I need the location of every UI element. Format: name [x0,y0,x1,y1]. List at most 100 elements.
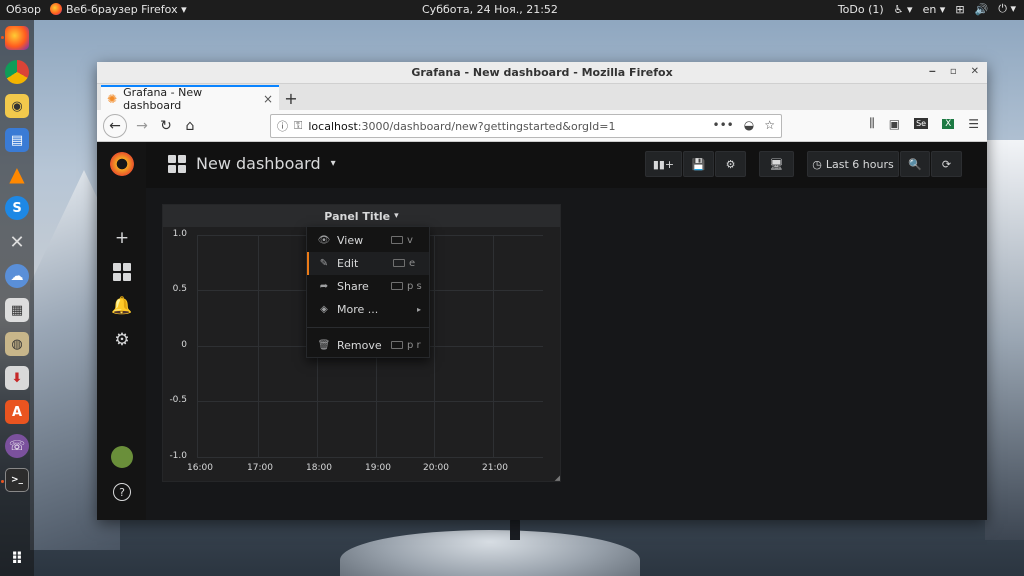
panel-header[interactable]: Panel Title ▾ [163,205,560,227]
archive-icon[interactable]: ◍ [5,332,29,356]
panel-title: Panel Title [324,209,391,223]
bookmark-star-icon[interactable]: ☆ [764,118,775,132]
chrome-icon[interactable] [5,60,29,84]
tv-mode-button[interactable]: 🖥 [759,151,794,177]
wallpaper-mountain-right [985,140,1024,540]
menu-item-label: More ... [337,303,379,316]
url-host: localhost [308,119,358,133]
network-icon[interactable]: ⊞ [955,3,964,16]
menu-item-remove[interactable]: 🗑 Remove p r [307,334,429,357]
software-center-icon[interactable]: A [5,400,29,424]
simplenote-icon[interactable]: S [5,196,29,220]
sidebar-icon[interactable]: ▣ [889,117,900,131]
hamburger-menu-icon[interactable]: ☰ [968,117,979,131]
system-tray: ToDo (1) ♿ ▾ en ▾ ⊞ 🔊 ⏻ ▾ [838,2,1016,16]
home-icon[interactable]: ⌂ [179,115,201,137]
x-tick-label: 21:00 [482,463,508,473]
gridline [197,457,543,458]
zoom-out-button[interactable]: 🔍 [900,151,930,177]
menu-item-share[interactable]: ➦ Share p s [307,275,429,298]
app-menu[interactable]: Веб-браузер Firefox ▾ [50,3,187,16]
tools-icon[interactable]: ✕ [5,230,29,254]
save-icon: 💾 [691,157,706,171]
show-apps-icon[interactable]: ⠿ [5,546,29,570]
pocket-icon[interactable]: ◒ [744,118,754,132]
close-icon[interactable]: ✕ [971,66,979,77]
menu-item-label: Remove [337,339,382,352]
toolbar-right: ⫼ ▣ Se X ☰ [869,116,979,131]
shortcut: v [391,235,413,246]
help-icon[interactable]: ? [110,482,134,502]
url-bar[interactable]: ⓘ ⚿ localhost:3000/dashboard/new?getting… [270,114,782,138]
x-tick-label: 20:00 [423,463,449,473]
avatar-image [111,446,133,468]
installer-icon[interactable]: ⬇ [5,366,29,390]
zoom-out-icon: 🔍 [908,157,922,171]
refresh-button[interactable]: ⟳ [931,151,962,177]
url-actions: ••• ◒ ☆ [713,118,775,132]
caret-down-icon: ▾ [330,158,336,169]
add-panel-button[interactable]: ▮▮+ [645,151,682,177]
window-controls: ‒ ▫ ✕ [929,66,979,77]
gridline [197,401,543,402]
clock[interactable]: Суббота, 24 Ноя., 21:52 [422,3,558,16]
vlc-icon[interactable]: ▲ [5,162,29,186]
create-icon[interactable]: + [110,228,134,248]
save-dashboard-button[interactable]: 💾 [683,151,714,177]
time-picker-button[interactable]: ◷ Last 6 hours [807,151,899,177]
library-icon[interactable]: ⫼ [869,116,875,131]
selenium-icon[interactable]: Se [914,118,929,129]
terminal-icon[interactable]: >_ [5,468,29,492]
shortcut-key: p s [407,281,422,292]
resize-handle-icon[interactable]: ◢ [555,474,560,482]
grafana-logo-icon[interactable] [110,152,134,176]
power-icon[interactable]: ⏻ ▾ [998,2,1016,16]
language-indicator[interactable]: en ▾ [923,3,946,16]
firefox-icon [50,3,62,15]
tab-close-icon[interactable]: × [263,92,273,106]
wallpaper-person [510,518,520,540]
add-panel-icon: ▮▮+ [652,157,675,171]
info-icon[interactable]: ⓘ [277,118,288,134]
menu-item-more[interactable]: ◈ More ... ▸ [307,298,429,321]
active-indicator-terminal [1,480,4,483]
window-title: Grafana - New dashboard - Mozilla Firefo… [411,66,673,79]
back-icon[interactable]: ← [103,114,127,138]
excel-extension-icon[interactable]: X [942,118,955,129]
menu-item-edit[interactable]: ✎ Edit e [307,252,429,275]
reload-icon[interactable]: ↻ [155,115,177,137]
files-icon[interactable]: ▤ [5,128,29,152]
dashboards-icon[interactable] [110,262,134,282]
calculator-icon[interactable]: ▦ [5,298,29,322]
volume-icon[interactable]: 🔊 [975,3,989,16]
x-tick-label: 18:00 [306,463,332,473]
viber-icon[interactable]: ☏ [5,434,29,458]
tab-grafana[interactable]: ✺ Grafana - New dashboard × [101,85,279,112]
window-titlebar: Grafana - New dashboard - Mozilla Firefo… [97,62,987,84]
todo-indicator[interactable]: ToDo (1) [838,3,884,16]
gridline [493,235,494,457]
accessibility-icon[interactable]: ♿ ▾ [894,3,913,16]
keyboard-icon [393,259,405,267]
forward-icon[interactable]: → [131,115,153,137]
settings-button[interactable]: ⚙ [715,151,746,177]
dashboard-picker[interactable]: New dashboard ▾ [168,154,336,173]
activities-button[interactable]: Обзор [6,3,41,16]
clock-icon: ◷ [812,157,822,171]
user-avatar[interactable] [110,446,134,468]
cloud-icon[interactable]: ☁ [5,264,29,288]
app-menu-label: Веб-браузер Firefox [66,3,178,16]
grafana-main: New dashboard ▾ ▮▮+ 💾 ⚙ 🖥 ◷ Last 6 hours… [146,142,987,520]
configuration-gear-icon[interactable]: ⚙ [110,330,134,350]
page-actions-icon[interactable]: ••• [713,118,734,132]
y-tick-label: -1.0 [169,451,187,461]
grafana-app: + 🔔 ⚙ ? New dashboard ▾ ▮▮+ 💾 ⚙ 🖥 ◷ Last… [97,142,987,520]
firefox-icon[interactable] [5,26,29,50]
url-path: :3000/dashboard/new?gettingstarted&orgId… [357,119,616,133]
rhythmbox-icon[interactable]: ◉ [5,94,29,118]
minimize-icon[interactable]: ‒ [929,66,936,77]
menu-item-view[interactable]: 👁 View v [307,229,429,252]
alerting-bell-icon[interactable]: 🔔 [110,296,134,316]
maximize-icon[interactable]: ▫ [950,66,957,77]
new-tab-button[interactable]: + [279,86,303,110]
